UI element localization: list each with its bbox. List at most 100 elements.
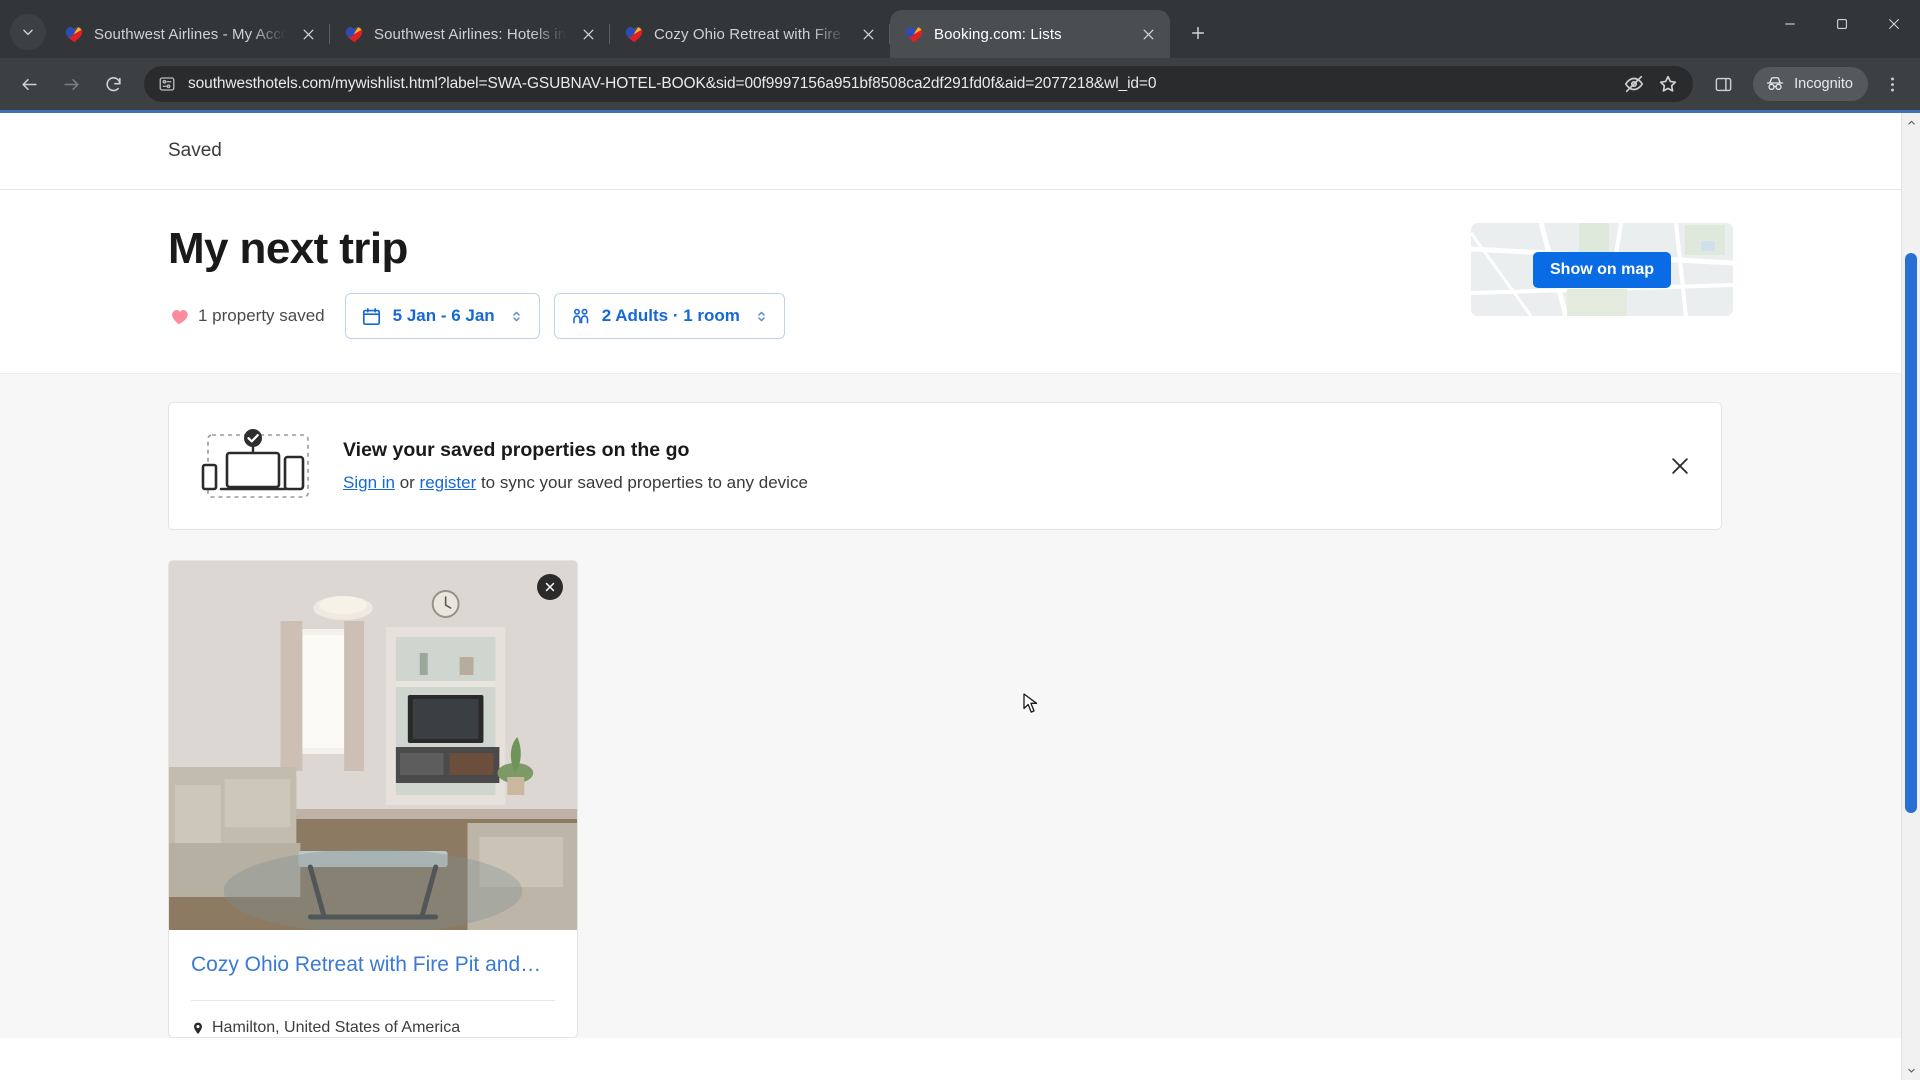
sync-banner: View your saved properties on the go Sig…: [168, 402, 1722, 531]
close-icon: [303, 29, 313, 39]
updown-chevron-icon: [758, 311, 765, 321]
map-pin-icon: [194, 1022, 202, 1034]
toolbar-right-actions: Incognito: [1705, 66, 1910, 102]
hero-section: My next trip 1 property saved 5 Jan - 6 …: [0, 190, 1901, 375]
forward-arrow-icon: [63, 78, 79, 90]
southwest-heart-icon: [905, 27, 923, 43]
incognito-label: Incognito: [1794, 76, 1853, 92]
tab-close-button[interactable]: [1136, 22, 1160, 46]
maximize-icon: [1837, 19, 1847, 29]
property-location: Hamilton, United States of America: [191, 1001, 555, 1037]
breadcrumb-bar: Saved: [0, 113, 1901, 190]
property-card[interactable]: Cozy Ohio Retreat with Fire Pit and… Ham…: [168, 560, 578, 1039]
scroll-up-button[interactable]: [1902, 113, 1920, 132]
tab-close-button[interactable]: [856, 22, 880, 46]
scrollbar-thumb[interactable]: [1905, 253, 1917, 813]
breadcrumb[interactable]: Saved: [168, 140, 222, 162]
eye-slash-icon[interactable]: [1623, 73, 1645, 95]
close-icon: [863, 29, 873, 39]
guests-picker[interactable]: 2 Adults · 1 room: [553, 293, 785, 340]
tab-strip: Southwest Airlines - My Account Southwes…: [0, 0, 1920, 58]
tab-close-button[interactable]: [296, 22, 320, 46]
chevron-up-icon: [1907, 120, 1915, 125]
close-icon: [1888, 18, 1900, 30]
address-bar[interactable]: southwesthotels.com/mywishlist.html?labe…: [144, 66, 1694, 102]
back-arrow-icon: [21, 78, 37, 90]
chevron-down-icon: [23, 29, 33, 36]
southwest-heart-icon: [625, 27, 643, 43]
banner-close-button[interactable]: [1665, 451, 1695, 481]
southwest-heart-icon: [345, 27, 363, 43]
browser-tab-3[interactable]: Booking.com: Lists: [890, 10, 1170, 58]
chevron-down-icon: [1907, 1068, 1915, 1073]
side-panel-icon: [1715, 77, 1731, 91]
property-location-label: Hamilton, United States of America: [212, 1019, 461, 1037]
close-icon: [1672, 458, 1688, 474]
date-range-value: 5 Jan - 6 Jan: [392, 306, 495, 326]
browser-menu-button[interactable]: [1874, 66, 1910, 102]
browser-window: Southwest Airlines - My Account Southwes…: [0, 0, 1920, 1080]
close-icon: [1143, 29, 1153, 39]
southwest-heart-icon: [65, 27, 83, 43]
tab-title: Booking.com: Lists: [934, 25, 1062, 43]
new-tab-button[interactable]: [1180, 15, 1216, 51]
calendar-icon: [362, 307, 380, 325]
tab-search-button[interactable]: [10, 14, 46, 50]
incognito-icon: [1766, 77, 1784, 90]
page-content: Saved My next trip 1 property saved 5 Ja…: [0, 113, 1901, 1080]
banner-text: View your saved properties on the go Sig…: [343, 439, 1639, 493]
saved-count: 1 property saved: [168, 305, 325, 327]
minimize-icon: [1785, 23, 1795, 25]
tab-title: Southwest Airlines - My Account: [94, 25, 286, 43]
window-controls: [1764, 0, 1920, 48]
page-viewport: Saved My next trip 1 property saved 5 Ja…: [0, 110, 1920, 1080]
tab-title: Southwest Airlines: Hotels in Ha: [374, 25, 566, 43]
saved-count-label: 1 property saved: [198, 306, 325, 326]
back-button[interactable]: [10, 65, 48, 103]
page-scrollbar[interactable]: [1901, 113, 1920, 1080]
tab-close-button[interactable]: [576, 22, 600, 46]
forward-button[interactable]: [52, 65, 90, 103]
banner-subtitle: Sign in or register to sync your saved p…: [343, 473, 1639, 493]
browser-tab-2[interactable]: Cozy Ohio Retreat with Fire Pit: [610, 10, 890, 58]
updown-chevron-icon: [512, 311, 520, 321]
reload-button[interactable]: [94, 65, 132, 103]
tab-title: Cozy Ohio Retreat with Fire Pit: [654, 25, 846, 43]
heart-icon: [172, 310, 188, 325]
map-preview[interactable]: Show on map: [1471, 223, 1733, 316]
living-room-photo: [169, 561, 577, 931]
incognito-indicator[interactable]: Incognito: [1753, 67, 1868, 101]
close-window-button[interactable]: [1868, 0, 1920, 48]
property-title[interactable]: Cozy Ohio Retreat with Fire Pit and…: [191, 952, 555, 978]
maximize-button[interactable]: [1816, 0, 1868, 48]
url-text: southwesthotels.com/mywishlist.html?labe…: [188, 75, 1157, 92]
banner-suffix-text: to sync your saved properties to any dev…: [476, 473, 808, 493]
browser-tab-0[interactable]: Southwest Airlines - My Account: [50, 10, 330, 58]
property-photo[interactable]: [169, 561, 577, 931]
three-dot-menu-icon: [1890, 77, 1894, 91]
site-settings-icon[interactable]: [158, 75, 176, 93]
banner-title: View your saved properties on the go: [343, 439, 690, 462]
sign-in-link[interactable]: Sign in: [343, 473, 395, 492]
show-on-map-button[interactable]: Show on map: [1533, 251, 1671, 288]
star-icon[interactable]: [1657, 73, 1679, 95]
property-body: Cozy Ohio Retreat with Fire Pit and… Ham…: [169, 930, 577, 1037]
devices-sync-icon: [201, 429, 309, 498]
minimize-button[interactable]: [1764, 0, 1816, 48]
plus-icon: [1191, 26, 1205, 40]
guests-icon: [572, 308, 588, 324]
register-link[interactable]: register: [420, 473, 477, 492]
saved-properties-list: Cozy Ohio Retreat with Fire Pit and… Ham…: [168, 560, 1901, 1039]
content-area: View your saved properties on the go Sig…: [0, 374, 1901, 1039]
browser-tab-1[interactable]: Southwest Airlines: Hotels in Ha: [330, 10, 610, 58]
close-icon: [583, 29, 593, 39]
reload-icon: [105, 76, 121, 91]
banner-between-text: or: [394, 473, 420, 493]
browser-toolbar: southwesthotels.com/mywishlist.html?labe…: [0, 58, 1920, 110]
guests-value: 2 Adults · 1 room: [601, 306, 740, 326]
remove-property-button[interactable]: [537, 574, 563, 601]
scroll-down-button[interactable]: [1902, 1061, 1920, 1080]
side-panel-button[interactable]: [1705, 66, 1741, 102]
date-range-picker[interactable]: 5 Jan - 6 Jan: [344, 293, 540, 340]
remove-close-icon: [545, 582, 555, 592]
